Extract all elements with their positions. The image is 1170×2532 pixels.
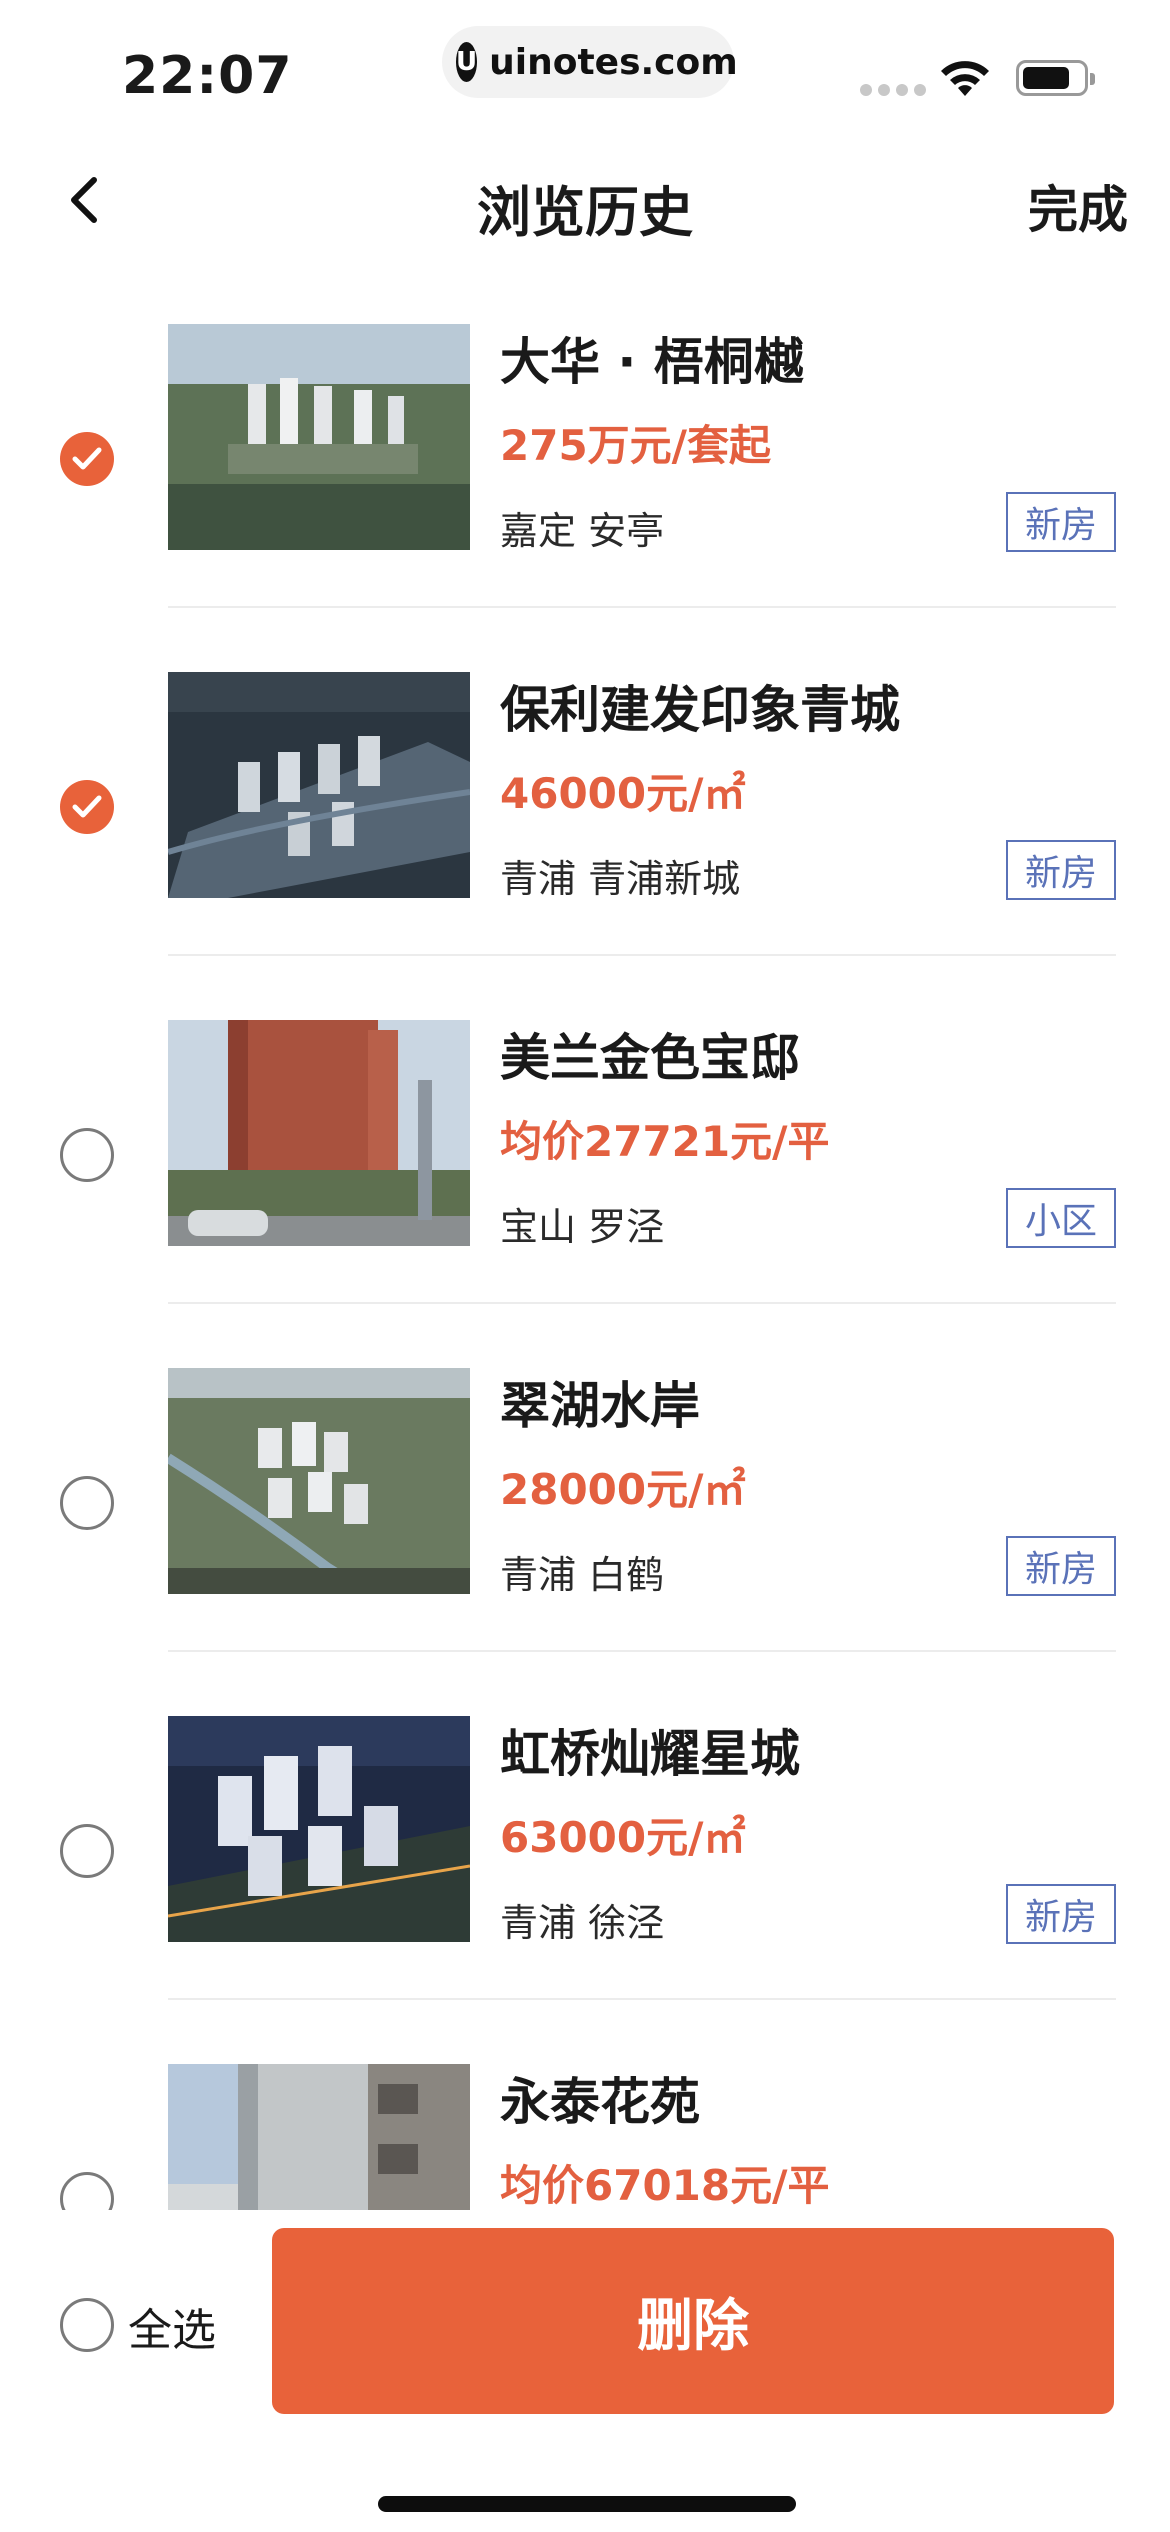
property-name: 永泰花苑 [500,2073,700,2131]
property-price: 均价67018元/平 [500,2161,830,2210]
list-item[interactable]: 翠湖水岸 28000元/㎡ 青浦 白鹤 新房 [0,1344,1170,1692]
list-item[interactable]: 虹桥灿耀星城 63000元/㎡ 青浦 徐泾 新房 [0,1692,1170,2040]
item-checkbox[interactable] [60,432,114,486]
signal-icon [860,84,926,96]
property-name: 翠湖水岸 [500,1377,700,1435]
bottom-action-bar: 全选 删除 [0,2210,1170,2532]
row-divider [168,1998,1116,2000]
row-divider [168,606,1116,608]
url-pill[interactable]: U uinotes.com [442,26,738,98]
row-divider [168,1302,1116,1304]
property-type-tag: 新房 [1006,1536,1116,1596]
property-type-tag: 小区 [1006,1188,1116,1248]
property-name: 美兰金色宝邸 [500,1029,800,1087]
property-price: 均价27721元/平 [500,1117,830,1166]
row-divider [168,1650,1116,1652]
list-item[interactable]: 大华 · 梧桐樾 275万元/套起 嘉定 安亭 新房 [0,300,1170,648]
list-item[interactable]: 永泰花苑 均价67018元/平 [0,2040,1170,2210]
property-price: 63000元/㎡ [500,1813,746,1862]
page-title: 浏览历史 [477,181,693,244]
site-logo-icon: U [456,42,478,82]
property-type-tag: 新房 [1006,1884,1116,1944]
list-item[interactable]: 美兰金色宝邸 均价27721元/平 宝山 罗泾 小区 [0,996,1170,1344]
delete-button[interactable]: 删除 [272,2228,1114,2414]
select-all-checkbox[interactable] [60,2298,114,2352]
property-type-tag: 新房 [1006,492,1116,552]
property-name: 虹桥灿耀星城 [500,1725,800,1783]
status-time: 22:07 [122,46,293,106]
property-name: 保利建发印象青城 [500,681,900,739]
property-location: 嘉定 安亭 [500,509,665,553]
item-checkbox[interactable] [60,780,114,834]
property-thumbnail[interactable] [168,1716,470,1942]
property-thumbnail[interactable] [168,672,470,898]
battery-icon [1016,60,1095,96]
home-indicator[interactable] [378,2496,796,2512]
property-type-tag: 新房 [1006,840,1116,900]
property-thumbnail[interactable] [168,1368,470,1594]
list-item[interactable]: 保利建发印象青城 46000元/㎡ 青浦 青浦新城 新房 [0,648,1170,996]
property-price: 28000元/㎡ [500,1465,746,1514]
item-checkbox[interactable] [60,1128,114,1182]
done-button[interactable]: 完成 [1028,170,1128,242]
checkmark-icon [72,795,102,818]
nav-bar: 浏览历史 完成 [0,150,1170,250]
property-thumbnail[interactable] [168,324,470,550]
property-location: 青浦 白鹤 [500,1553,665,1597]
item-checkbox[interactable] [60,2172,114,2210]
property-name: 大华 · 梧桐樾 [500,333,804,391]
row-divider [168,954,1116,956]
property-thumbnail[interactable] [168,2064,470,2210]
property-location: 青浦 徐泾 [500,1901,665,1945]
wifi-icon [941,61,989,96]
property-price: 275万元/套起 [500,421,772,470]
select-all-label[interactable]: 全选 [128,2294,216,2358]
url-text: uinotes.com [489,41,738,83]
item-checkbox[interactable] [60,1824,114,1878]
checkmark-icon [72,447,102,470]
property-price: 46000元/㎡ [500,769,746,818]
status-bar: 22:07 U uinotes.com [0,0,1170,130]
property-location: 青浦 青浦新城 [500,857,741,901]
property-location: 宝山 罗泾 [500,1205,665,1249]
item-checkbox[interactable] [60,1476,114,1530]
property-thumbnail[interactable] [168,1020,470,1246]
history-list: 大华 · 梧桐樾 275万元/套起 嘉定 安亭 新房 保利建发印象青城 4600… [0,300,1170,2210]
